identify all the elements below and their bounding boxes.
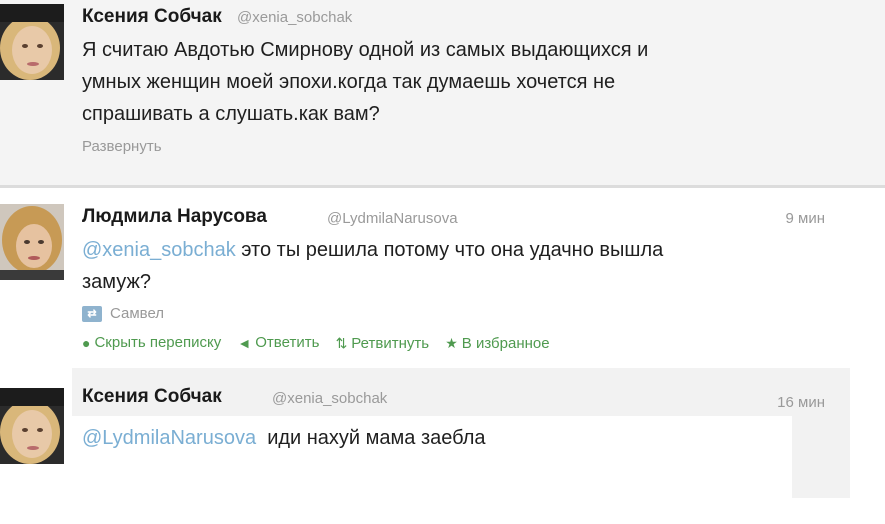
tweet-actions: ● Скрыть переписку ◄ Ответить ⇅ Ретвитнуть … — [82, 334, 562, 352]
expand-link[interactable]: Развернуть — [82, 138, 162, 155]
mention-link[interactable]: @LydmilaNarusova — [82, 427, 256, 449]
tweet-text: @LydmilaNarusova иди нахуй мама заебла — [82, 422, 822, 454]
retweet-label: Ретвитнуть — [351, 334, 430, 352]
mention-link[interactable]: @xenia_sobchak — [82, 239, 236, 261]
avatar[interactable] — [0, 204, 64, 280]
favorite-label: В избранное — [461, 334, 550, 352]
retweet-icon: ⇅ — [335, 334, 348, 351]
author-name[interactable]: Ксения Собчак — [82, 6, 222, 28]
author-name[interactable]: Ксения Собчак — [82, 386, 222, 408]
star-icon: ★ — [445, 334, 458, 351]
tweet-2[interactable]: Людмила Нарусова @LydmilaNarusova 9 мин … — [0, 188, 885, 366]
favorite-action[interactable]: ★ В избранное — [445, 335, 549, 352]
tweet-text: @xenia_sobchak это ты решила потому что … — [82, 234, 822, 298]
retweeted-by[interactable]: Самвел — [110, 305, 164, 322]
tweet-text: Я считаю Авдотью Смирнову одной из самых… — [82, 34, 822, 130]
author-handle[interactable]: @xenia_sobchak — [272, 390, 387, 407]
hide-conversation-label: Скрыть переписку — [94, 334, 222, 351]
reply-action[interactable]: ◄ Ответить — [237, 334, 319, 351]
hide-conversation-action[interactable]: ● Скрыть переписку — [82, 334, 221, 351]
tweet-text-line: Я считаю Авдотью Смирнову одной из самых… — [82, 39, 649, 61]
tweet-time[interactable]: 9 мин — [786, 210, 826, 227]
tweet-text-line: умных женщин моей эпохи.когда так думаеш… — [82, 71, 616, 93]
author-handle[interactable]: @LydmilaNarusova — [327, 210, 458, 227]
tweet-text-line-2: замуж? — [82, 271, 151, 293]
tweet-1[interactable]: Ксения Собчак @xenia_sobchak Я считаю Ав… — [0, 0, 885, 185]
retweet-action[interactable]: ⇅ Ретвитнуть — [336, 335, 429, 352]
avatar[interactable] — [0, 388, 64, 464]
tweet-text-span: это ты решила потому что она удачно вышл… — [235, 239, 664, 261]
author-handle[interactable]: @xenia_sobchak — [237, 9, 352, 26]
retweet-badge-icon: ⇄ — [82, 306, 102, 322]
tweet-3[interactable]: Ксения Собчак @xenia_sobchak 16 мин @Lyd… — [0, 368, 885, 524]
reply-label: Ответить — [255, 334, 320, 351]
avatar[interactable] — [0, 4, 64, 80]
tweet-text-span: иди нахуй мама заебла — [256, 427, 486, 449]
speech-bubble-icon: ● — [82, 334, 91, 351]
reply-arrow-icon: ◄ — [237, 334, 252, 351]
author-name[interactable]: Людмила Нарусова — [82, 206, 267, 228]
tweet-text-line: спрашивать а слушать.как вам? — [82, 103, 380, 125]
tweet-text-line-1: @xenia_sobchak это ты решила потому что … — [82, 234, 822, 266]
tweet-time[interactable]: 16 мин — [777, 394, 825, 411]
